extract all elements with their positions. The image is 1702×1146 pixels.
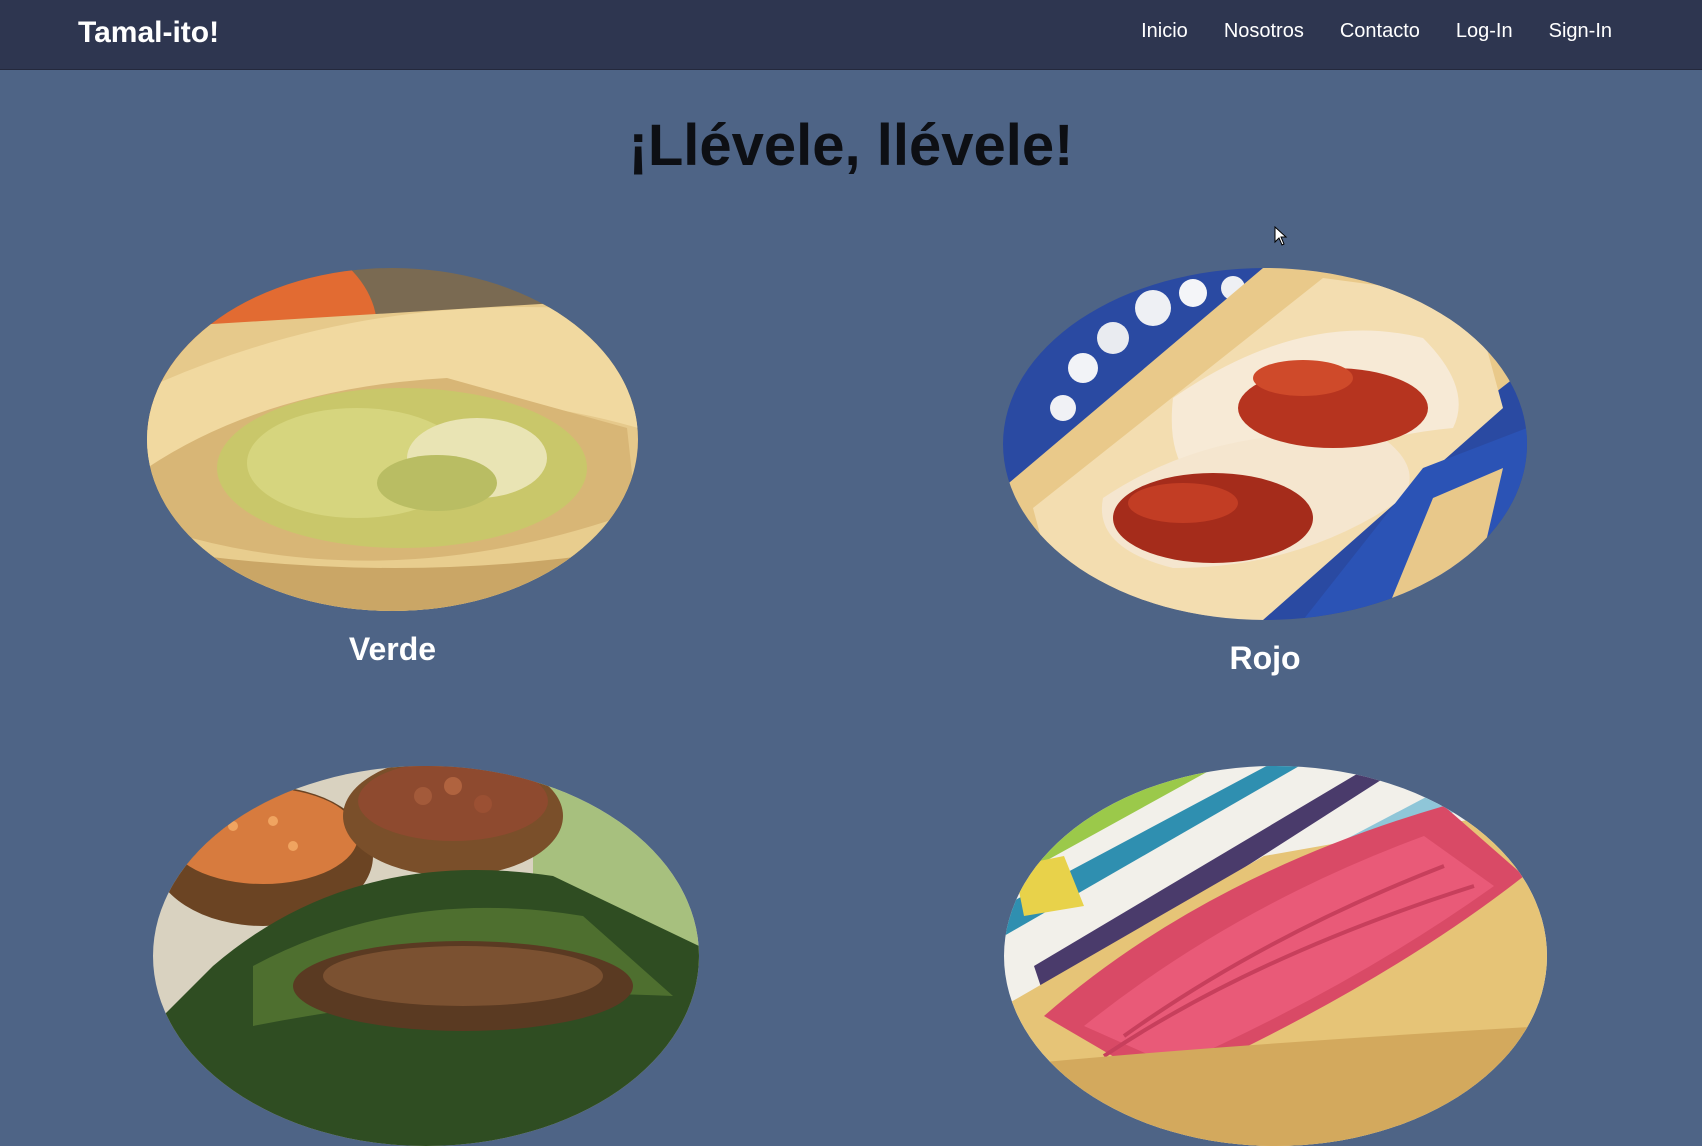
product-image-3[interactable] xyxy=(153,766,699,1146)
brand-logo-link[interactable]: Tamal-ito! xyxy=(78,16,219,50)
tamal-verde-illustration xyxy=(147,268,638,611)
mouse-cursor-icon xyxy=(1274,225,1288,251)
page-title: ¡Llévele, llévele! xyxy=(628,113,1074,178)
tamal-platter-illustration xyxy=(153,766,699,1146)
product-label-verde: Verde xyxy=(348,631,437,667)
navbar: Tamal-ito! Inicio Nosotros Contacto Log-… xyxy=(0,0,1702,70)
nav-link-contacto[interactable]: Contacto xyxy=(1340,20,1420,43)
tamal-rosa-illustration xyxy=(1004,766,1547,1146)
product-card-verde[interactable]: Verde xyxy=(147,268,638,668)
product-image-rojo[interactable] xyxy=(1003,268,1527,620)
product-label-rojo: Rojo xyxy=(1229,640,1301,676)
nav-links: Inicio Nosotros Contacto Log-In Sign-In xyxy=(1141,20,1612,43)
nav-link-sign-in[interactable]: Sign-In xyxy=(1549,20,1612,43)
tamal-rojo-illustration xyxy=(1003,268,1527,620)
product-card-4[interactable] xyxy=(1004,766,1547,1146)
product-card-3[interactable] xyxy=(153,766,699,1146)
nav-link-inicio[interactable]: Inicio xyxy=(1141,20,1188,43)
nav-link-log-in[interactable]: Log-In xyxy=(1456,20,1513,43)
product-image-verde[interactable] xyxy=(147,268,638,611)
product-image-4[interactable] xyxy=(1004,766,1547,1146)
product-card-rojo[interactable]: Rojo xyxy=(1003,268,1527,677)
nav-link-nosotros[interactable]: Nosotros xyxy=(1224,20,1304,43)
